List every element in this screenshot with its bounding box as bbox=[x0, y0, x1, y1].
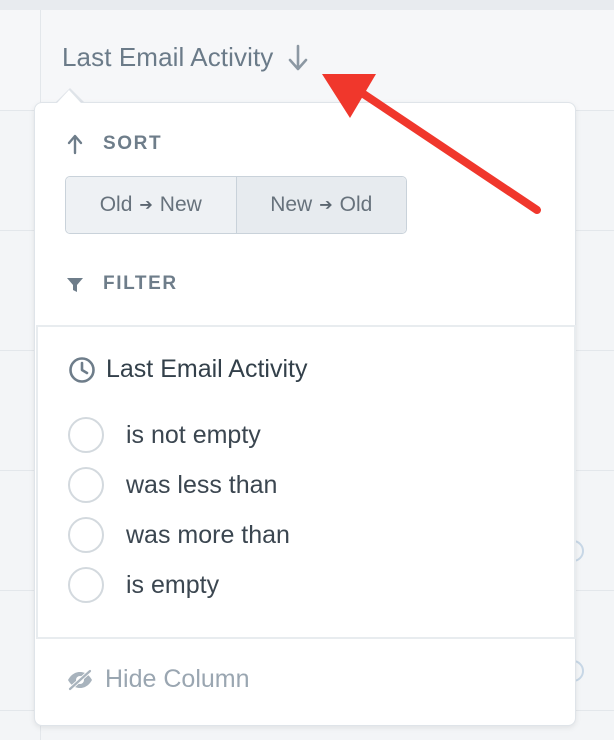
arrow-right-icon: ➔ bbox=[319, 197, 333, 214]
filter-option-is-empty[interactable]: is empty bbox=[68, 567, 219, 603]
dropdown-caret-fill bbox=[57, 90, 81, 103]
hide-column-button[interactable]: Hide Column bbox=[65, 665, 250, 694]
radio-button[interactable] bbox=[68, 417, 104, 453]
sort-heading-label: SORT bbox=[103, 133, 163, 154]
eye-off-icon bbox=[65, 668, 95, 691]
clock-icon bbox=[68, 356, 96, 384]
arrow-up-icon bbox=[65, 133, 85, 155]
filter-field-label: Last Email Activity bbox=[106, 355, 308, 383]
sort-new-to-old-button[interactable]: New ➔ Old bbox=[235, 177, 406, 233]
filter-option-label: is not empty bbox=[126, 420, 261, 449]
arrow-right-icon: ➔ bbox=[139, 197, 153, 214]
arrow-down-icon[interactable] bbox=[287, 43, 309, 73]
column-header-label: Last Email Activity bbox=[62, 42, 274, 72]
filter-option-was-less-than[interactable]: was less than bbox=[68, 467, 277, 503]
filter-option-label: was less than bbox=[126, 470, 278, 499]
filter-heading-label: FILTER bbox=[103, 273, 178, 294]
radio-button[interactable] bbox=[68, 467, 104, 503]
filter-option-is-not-empty[interactable]: is not empty bbox=[68, 417, 261, 453]
radio-button[interactable] bbox=[68, 517, 104, 553]
filter-field-title: Last Email Activity bbox=[68, 355, 307, 384]
funnel-icon bbox=[65, 273, 85, 295]
filter-section-heading: FILTER bbox=[65, 273, 178, 295]
sort-old-to-new-button[interactable]: Old ➔ New bbox=[66, 177, 236, 233]
filter-option-was-more-than[interactable]: was more than bbox=[68, 517, 290, 553]
filter-option-label: is empty bbox=[126, 570, 220, 599]
filter-option-label: was more than bbox=[126, 520, 290, 549]
sort-section-heading: SORT bbox=[65, 133, 162, 155]
column-options-dropdown: SORT Old ➔ New New ➔ Old FILTER Last Ema… bbox=[34, 90, 576, 726]
hide-column-label: Hide Column bbox=[105, 665, 250, 693]
sort-option-to: Old bbox=[339, 193, 373, 216]
sort-option-to: New bbox=[159, 193, 202, 216]
sort-option-from: New bbox=[270, 193, 313, 216]
sort-order-toggle: Old ➔ New New ➔ Old bbox=[65, 176, 407, 234]
radio-button[interactable] bbox=[68, 567, 104, 603]
sort-option-from: Old bbox=[99, 193, 133, 216]
filter-card: Last Email Activity is not empty was les… bbox=[36, 325, 576, 639]
column-header-last-email-activity[interactable]: Last Email Activity bbox=[62, 42, 309, 73]
